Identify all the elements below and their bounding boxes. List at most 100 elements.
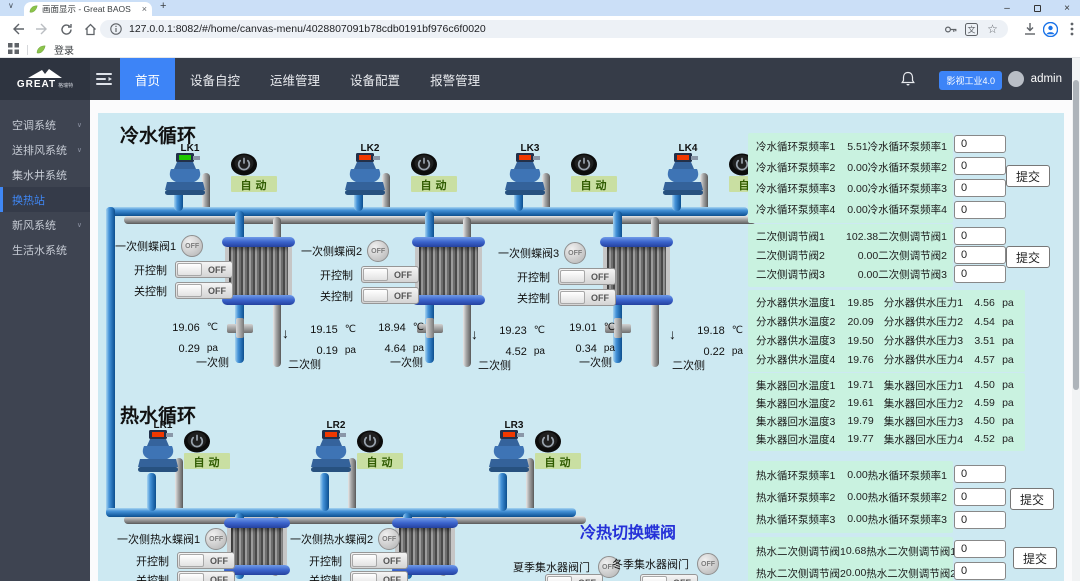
pump-group: LK3自动 — [504, 143, 620, 223]
panel-set-input[interactable] — [954, 540, 1006, 558]
panel-set-input[interactable] — [954, 135, 1006, 153]
panel-row: 热水循环泵频率20.00热水循环泵频率2 — [756, 486, 949, 508]
valve-state-indicator[interactable]: OFF — [697, 553, 719, 575]
pump-auto-label[interactable]: 自动 — [357, 453, 403, 469]
star-icon[interactable]: ☆ — [985, 22, 1000, 37]
tiles-icon[interactable] — [8, 41, 19, 59]
panel-set-input[interactable] — [954, 179, 1006, 197]
profile-icon[interactable] — [1042, 21, 1058, 37]
hamburger-icon[interactable] — [96, 72, 112, 91]
bookmark-leaf-icon — [36, 45, 46, 55]
panel-set-input[interactable] — [954, 227, 1006, 245]
sidebar-item[interactable]: 生活水系统 — [0, 237, 90, 262]
panel-set-input[interactable] — [954, 201, 1006, 219]
forward-icon[interactable] — [34, 21, 50, 37]
avatar[interactable] — [1008, 71, 1024, 87]
username[interactable]: admin — [1031, 73, 1062, 85]
panel-set-input[interactable] — [954, 488, 1006, 506]
browser-tab[interactable]: 画面显示 - Great BAOS × — [24, 2, 152, 16]
nav-item[interactable]: 报警管理 — [415, 58, 495, 100]
panel-set-input[interactable] — [954, 465, 1006, 483]
submit-button[interactable]: 提交 — [1010, 488, 1054, 510]
scrollbar[interactable] — [1072, 58, 1080, 581]
valve-state-indicator[interactable]: OFF — [367, 240, 389, 262]
window-close-button[interactable]: × — [1060, 1, 1074, 15]
panel-set-label: 二次侧调节阀1 — [878, 229, 949, 244]
toggle-off-switch[interactable]: OFF — [350, 571, 408, 581]
submit-button[interactable]: 提交 — [1006, 246, 1050, 268]
nav-item[interactable]: 设备自控 — [175, 58, 255, 100]
panel-pressure-value: 4.54 — [963, 316, 995, 328]
panel-set-label: 热水循环泵频率3 — [868, 512, 949, 527]
translate-icon[interactable]: 文 — [964, 22, 979, 37]
toggle-off-switch[interactable]: OFF — [175, 261, 233, 278]
down-arrow-icon: ↓ — [282, 325, 289, 341]
nav-item[interactable]: 运维管理 — [255, 58, 335, 100]
panel-set-input[interactable] — [954, 246, 1006, 264]
window-minimize-button[interactable]: – — [1000, 1, 1014, 15]
home-icon[interactable] — [82, 21, 98, 37]
season-valve-label: 冬季集水器阀门 — [612, 556, 689, 572]
pump-auto-label[interactable]: 自动 — [571, 176, 617, 192]
toggle-knob — [547, 576, 572, 581]
nav-item[interactable]: 首页 — [120, 58, 175, 100]
app-logo: GREAT格瑞特 — [0, 58, 90, 100]
sidebar-item[interactable]: 送排风系统∨ — [0, 137, 90, 162]
toggle-off-switch[interactable]: OFF — [558, 289, 616, 306]
new-tab-button[interactable]: + — [160, 0, 166, 12]
panel-cold-pump-freq: 冷水循环泵频率15.51冷水循环泵频率1冷水循环泵频率20.00冷水循环泵频率2… — [748, 133, 953, 223]
toggle-off-switch[interactable]: OFF — [558, 268, 616, 285]
valve-state-indicator[interactable]: OFF — [181, 235, 203, 257]
pump-power-button[interactable] — [183, 430, 211, 453]
panel-temp-value: 20.09 — [838, 316, 874, 328]
panel-set-input[interactable] — [954, 562, 1006, 580]
pump-auto-label[interactable]: 自动 — [231, 176, 277, 192]
valve-state-indicator[interactable]: OFF — [378, 528, 400, 550]
toggle-off-switch[interactable]: OFF — [545, 574, 603, 581]
toggle-off-switch[interactable]: OFF — [177, 552, 235, 569]
sidebar-item[interactable]: 空调系统∨ — [0, 112, 90, 137]
back-icon[interactable] — [10, 21, 26, 37]
window-maximize-button[interactable] — [1030, 1, 1044, 15]
panel-set-input[interactable] — [954, 157, 1006, 175]
download-icon[interactable] — [1022, 21, 1038, 37]
toggle-off-switch[interactable]: OFF — [175, 282, 233, 299]
url-field[interactable]: 127.0.0.1:8082/#/home/canvas-menu/402880… — [100, 20, 1008, 38]
toggle-off-switch[interactable]: OFF — [177, 571, 235, 581]
pump-auto-label[interactable]: 自动 — [535, 453, 581, 469]
submit-button[interactable]: 提交 — [1006, 165, 1050, 187]
pump-power-button[interactable] — [356, 430, 384, 453]
toggle-off-switch[interactable]: OFF — [350, 552, 408, 569]
scrollbar-thumb[interactable] — [1073, 80, 1079, 390]
panel-set-input[interactable] — [954, 265, 1006, 283]
pressure-value: 4.64 — [384, 343, 405, 355]
valve-state-indicator[interactable]: OFF — [564, 242, 586, 264]
sidebar-item[interactable]: 集水井系统 — [0, 162, 90, 187]
pump-power-button[interactable] — [230, 153, 258, 176]
pump-power-button[interactable] — [570, 153, 598, 176]
menu-dots-icon[interactable] — [1064, 21, 1080, 37]
reload-icon[interactable] — [58, 21, 74, 37]
pump-group: LR1自动 — [137, 420, 233, 500]
pump-auto-label[interactable]: 自动 — [184, 453, 230, 469]
toggle-off-switch[interactable]: OFF — [640, 574, 698, 581]
key-icon[interactable] — [943, 22, 958, 37]
valve-state-indicator[interactable]: OFF — [205, 528, 227, 550]
pump-icon — [504, 153, 546, 199]
bell-icon[interactable] — [901, 71, 915, 92]
pump-auto-label[interactable]: 自动 — [411, 176, 457, 192]
tab-search-chevron-icon[interactable]: ∨ — [8, 1, 14, 10]
pump-power-button[interactable] — [410, 153, 438, 176]
toggle-off-switch[interactable]: OFF — [361, 266, 419, 283]
toggle-off-switch[interactable]: OFF — [361, 287, 419, 304]
tab-close-icon[interactable]: × — [142, 4, 147, 14]
nav-item[interactable]: 设备配置 — [335, 58, 415, 100]
panel-temp-label: 分水器供水温度4 — [756, 352, 838, 367]
sidebar-item[interactable]: 新风系统∨ — [0, 212, 90, 237]
bookmark-item[interactable]: 登录 — [54, 42, 74, 57]
panel-set-input[interactable] — [954, 511, 1006, 529]
submit-button[interactable]: 提交 — [1013, 547, 1057, 569]
pump-power-button[interactable] — [534, 430, 562, 453]
info-icon[interactable] — [108, 22, 123, 37]
sidebar-item[interactable]: 换热站 — [0, 187, 90, 212]
